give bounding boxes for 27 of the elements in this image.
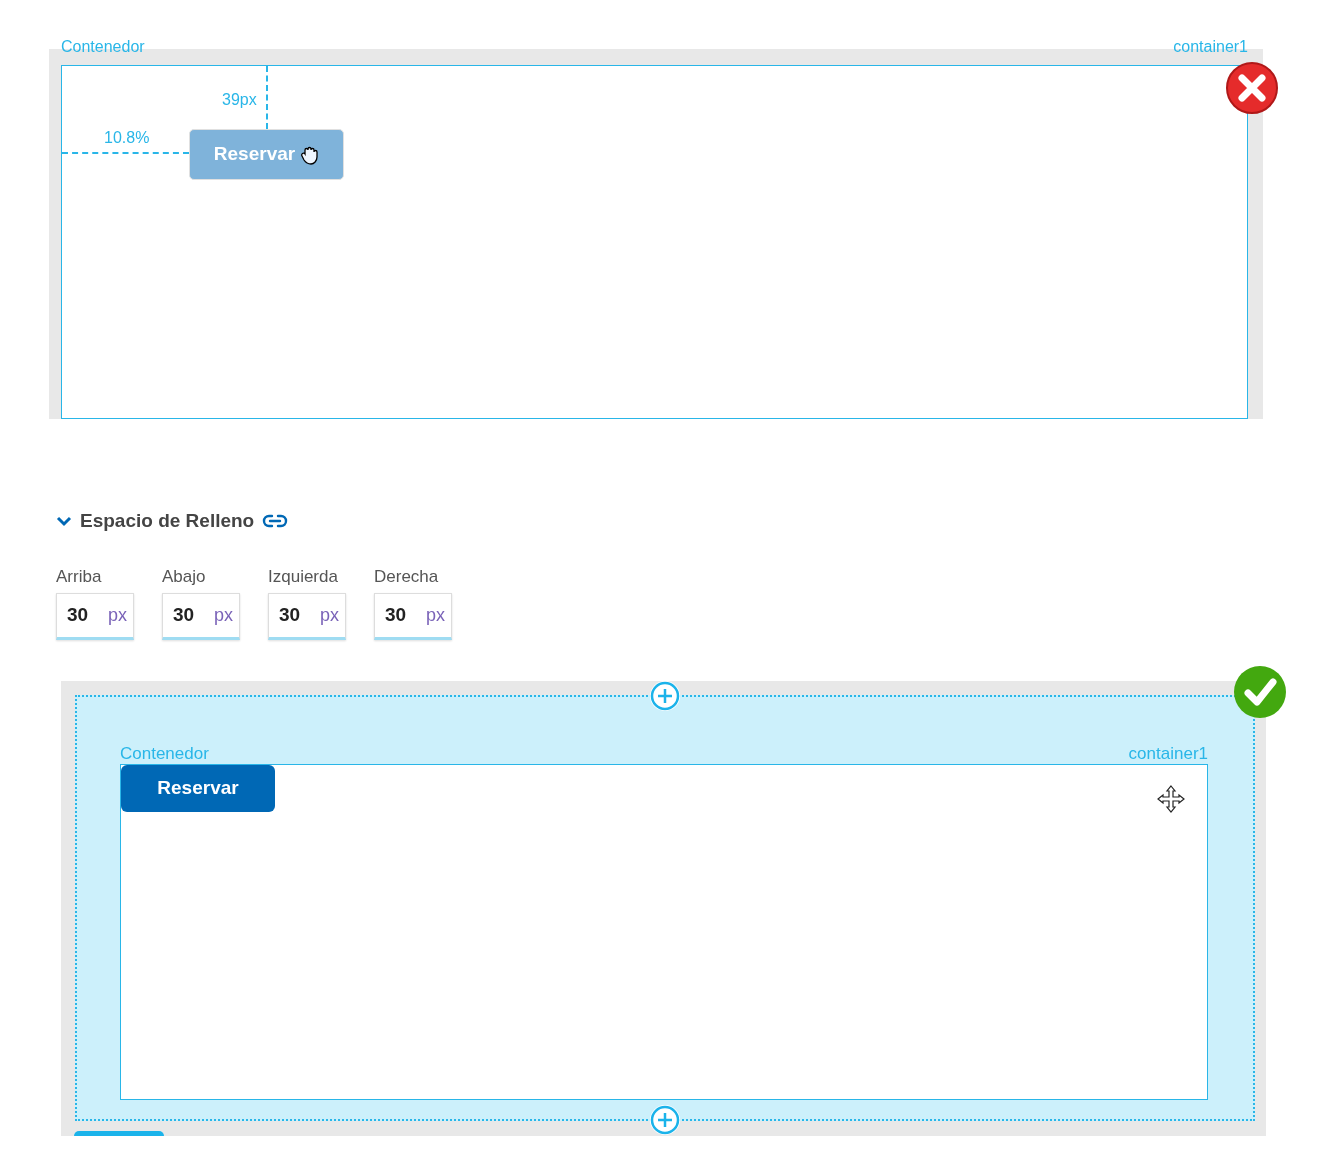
padding-input[interactable]: 30 px: [162, 593, 240, 640]
container-id-label: container1: [1128, 743, 1208, 764]
hand-cursor-icon: [301, 144, 320, 165]
unit-label: px: [426, 604, 445, 627]
offset-label: 39px: [222, 90, 257, 110]
field-label: Derecha: [374, 565, 440, 588]
move-cursor-icon: [1156, 784, 1186, 814]
container-label: Contenedor: [120, 743, 209, 764]
field-label: Arriba: [56, 565, 103, 588]
padding-input[interactable]: 30 px: [374, 593, 452, 640]
container-id-label: container1: [1173, 37, 1248, 57]
unit-label: px: [320, 604, 339, 627]
padding-input[interactable]: 30 px: [268, 593, 346, 640]
add-icon[interactable]: [650, 1105, 680, 1135]
field-label: Izquierda: [268, 565, 339, 588]
add-icon[interactable]: [650, 681, 680, 711]
unit-label: px: [108, 604, 127, 627]
section-title: Espacio de Relleno: [80, 509, 255, 533]
chevron-down-icon[interactable]: [56, 515, 72, 528]
container-label: Contenedor: [61, 37, 145, 57]
reserve-button[interactable]: Reservar: [121, 765, 275, 812]
unit-label: px: [214, 604, 233, 627]
offset-label: 10.8%: [104, 128, 150, 148]
section-tab[interactable]: [74, 1131, 164, 1136]
padding-input[interactable]: 30 px: [56, 593, 134, 640]
link-icon[interactable]: [262, 514, 289, 529]
field-label: Abajo: [162, 565, 207, 588]
